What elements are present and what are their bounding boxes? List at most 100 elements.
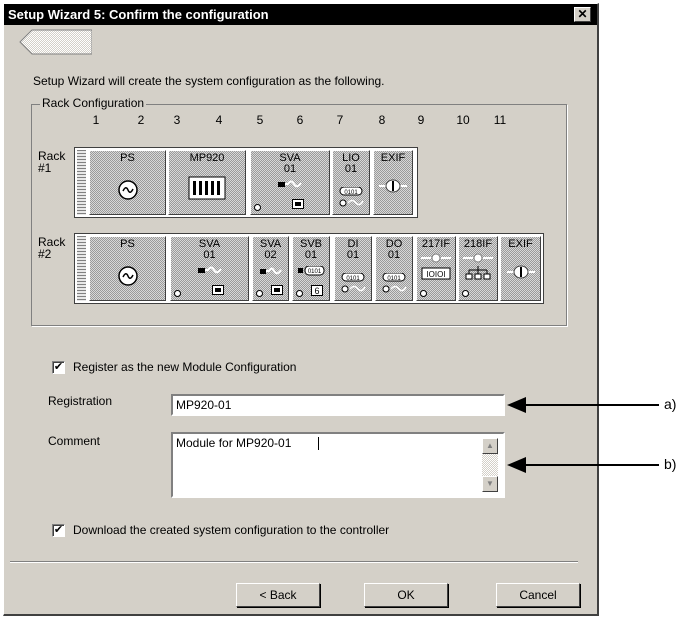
registration-input[interactable]: MP920-01 xyxy=(171,394,505,416)
digital-out-icon: 0101 xyxy=(382,273,407,293)
callout-arrowhead-b xyxy=(507,457,526,473)
connector-icon xyxy=(292,199,304,209)
window-title: Setup Wizard 5: Confirm the configuratio… xyxy=(8,7,269,22)
slot-number: 11 xyxy=(493,113,507,127)
connector-icon: 6 xyxy=(311,285,323,296)
callout-arrows xyxy=(507,397,659,473)
text-cursor xyxy=(318,437,319,450)
exif-icon xyxy=(379,179,407,193)
back-button[interactable]: < Back xyxy=(236,583,320,607)
module-do-01[interactable]: DO 01 0101 xyxy=(375,236,413,301)
status-led-icon xyxy=(254,204,261,211)
module-sva-01[interactable]: SVA 01 xyxy=(250,150,330,215)
serial-icon: IOIOI xyxy=(421,253,451,280)
callout-label-a: a) xyxy=(664,396,677,412)
slot-number: 3 xyxy=(173,113,181,127)
module-di-01[interactable]: DI 01 0101 xyxy=(334,236,372,301)
module-218if[interactable]: 218IF xyxy=(458,236,498,301)
slot-number: 2 xyxy=(137,113,145,127)
slot-number: 8 xyxy=(378,113,386,127)
module-label: SVA 01 xyxy=(279,152,301,175)
close-icon: ✕ xyxy=(577,7,588,21)
registration-label: Registration xyxy=(48,394,113,408)
status-led-icon xyxy=(420,290,427,297)
module-label: EXIF xyxy=(508,238,533,250)
separator xyxy=(10,561,578,563)
scroll-up-button[interactable]: ▲ xyxy=(482,438,498,454)
module-label: DI 01 xyxy=(346,238,360,261)
rack-configuration-label: Rack Configuration xyxy=(40,96,147,110)
digital-in-icon: 0101 xyxy=(341,273,366,293)
svg-text:0101: 0101 xyxy=(387,276,401,282)
download-checkbox[interactable]: ✔ xyxy=(52,524,65,537)
module-label: 218IF xyxy=(463,238,493,250)
check-mark-icon: ✔ xyxy=(53,361,64,373)
module-ps[interactable]: PS xyxy=(89,150,166,215)
servo-icon xyxy=(197,266,222,274)
cpu-icon xyxy=(188,176,226,200)
download-checkbox-label: Download the created system configuratio… xyxy=(73,523,390,537)
power-icon xyxy=(117,180,138,200)
connector-icon xyxy=(211,285,224,295)
module-label: DO 01 xyxy=(385,238,403,261)
connector-icon xyxy=(270,285,283,295)
ok-button[interactable]: OK xyxy=(364,583,448,607)
comment-value: Module for MP920-01 xyxy=(176,436,292,450)
callout-label-b: b) xyxy=(664,456,677,472)
module-label: PS xyxy=(120,152,135,164)
status-led-icon xyxy=(296,290,303,297)
module-svb-01[interactable]: SVB 01 0101 6 xyxy=(292,236,330,301)
status-led-icon xyxy=(174,290,181,297)
rack-2: PS SVA 01 SVA 02 SVB 01 0101 6 DI 01 010… xyxy=(74,233,544,304)
rack-handle xyxy=(77,150,86,215)
module-sva-02[interactable]: SVA 02 xyxy=(252,236,289,301)
cancel-button[interactable]: Cancel xyxy=(496,583,580,607)
check-mark-icon: ✔ xyxy=(53,524,64,536)
module-label: EXIF xyxy=(380,152,406,164)
servo-bus-icon: 0101 xyxy=(298,266,325,276)
exif-icon xyxy=(506,265,535,279)
module-label: SVB 01 xyxy=(299,238,322,261)
module-mp920[interactable]: MP920 xyxy=(168,150,246,215)
module-label: SVA 01 xyxy=(198,238,221,261)
slot-number: 4 xyxy=(215,113,223,127)
registration-value: MP920-01 xyxy=(176,398,232,412)
module-ps[interactable]: PS xyxy=(89,236,166,301)
module-label: SVA 02 xyxy=(259,238,282,261)
power-icon xyxy=(117,266,138,286)
module-217if[interactable]: 217IF IOIOI xyxy=(416,236,456,301)
rack-2-label: Rack #2 xyxy=(38,235,66,261)
servo-icon xyxy=(259,267,282,275)
svg-text:0101: 0101 xyxy=(308,269,322,275)
scrollbar-track[interactable] xyxy=(482,454,498,476)
callout-arrowhead-a xyxy=(507,397,526,413)
comment-textarea[interactable]: Module for MP920-01 xyxy=(171,432,505,498)
status-led-icon xyxy=(256,290,263,297)
module-exif[interactable]: EXIF xyxy=(500,236,541,301)
servo-icon xyxy=(278,180,302,188)
back-arrow-icon xyxy=(19,29,92,55)
scroll-up-arrow-icon: ▲ xyxy=(486,441,494,450)
module-label: PS xyxy=(120,238,135,250)
svg-text:0101: 0101 xyxy=(346,276,360,282)
svg-text:IOIOI: IOIOI xyxy=(426,270,445,279)
close-button[interactable]: ✕ xyxy=(574,7,591,22)
module-label: MP920 xyxy=(189,152,225,164)
module-label: 217IF xyxy=(421,238,451,250)
register-checkbox-label: Register as the new Module Configuration xyxy=(73,360,297,374)
scroll-down-button[interactable]: ▼ xyxy=(482,476,498,492)
slot-number: 7 xyxy=(336,113,344,127)
slot-number: 5 xyxy=(256,113,264,127)
ethernet-icon xyxy=(463,253,493,280)
slot-number: 10 xyxy=(456,113,470,127)
svg-text:6: 6 xyxy=(314,286,319,296)
slot-number: 1 xyxy=(92,113,100,127)
register-checkbox[interactable]: ✔ xyxy=(52,361,65,374)
module-sva-01[interactable]: SVA 01 xyxy=(170,236,249,301)
module-label: LIO 01 xyxy=(342,152,360,175)
module-exif[interactable]: EXIF xyxy=(373,150,413,215)
scroll-down-arrow-icon: ▼ xyxy=(486,479,494,488)
module-lio-01[interactable]: LIO 01 0101 xyxy=(332,150,370,215)
svg-text:0101: 0101 xyxy=(344,190,358,196)
slot-number: 9 xyxy=(417,113,425,127)
